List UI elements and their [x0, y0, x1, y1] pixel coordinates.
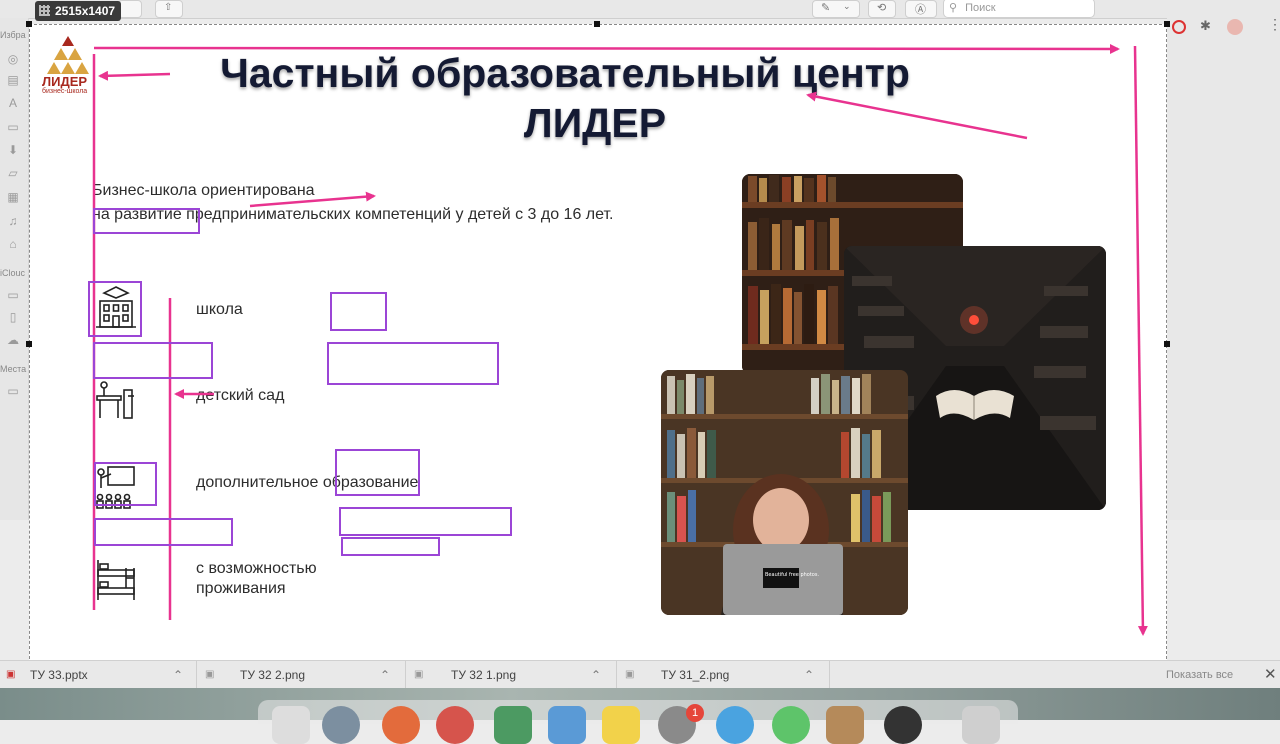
- annotation-box: [339, 507, 512, 536]
- chevron-up-icon: ⌃: [380, 668, 391, 682]
- selection-handle[interactable]: [594, 21, 600, 27]
- image-file-icon: ▣: [414, 669, 424, 680]
- disk-icon[interactable]: ▭: [6, 384, 20, 398]
- app-dock-icon[interactable]: [494, 706, 532, 744]
- annotation-box: [88, 281, 142, 337]
- annotation-box: [335, 449, 420, 496]
- bunk-bed-icon: [97, 560, 135, 600]
- sidebar-section-icloud: iClouc: [0, 268, 26, 278]
- tab-file[interactable]: ▣ ТУ 33.pptx ⌃: [0, 661, 197, 689]
- rotate-button[interactable]: ⟲: [868, 0, 896, 18]
- dimensions-text: 2515x1407: [55, 4, 116, 18]
- avatar[interactable]: [1227, 19, 1243, 35]
- search-placeholder: Поиск: [965, 2, 996, 14]
- extensions-icon[interactable]: ✱: [1200, 18, 1211, 34]
- app-dock-icon[interactable]: [436, 706, 474, 744]
- tab-label: ТУ 31_2.png: [661, 668, 730, 682]
- notification-badge: 1: [686, 704, 704, 722]
- image-file-icon: ▣: [205, 669, 215, 680]
- item-boarding-label-line2: проживания: [196, 580, 286, 597]
- applications-icon[interactable]: A: [6, 96, 20, 110]
- chevron-up-icon: ⌃: [804, 668, 815, 682]
- logo-name: ЛИДЕР: [42, 74, 88, 89]
- finder-dock-icon[interactable]: [272, 706, 310, 744]
- annotation-box: [341, 537, 440, 556]
- girl-laptop-photo: Beautiful free photos.: [661, 370, 908, 615]
- search-icon: ⚲: [949, 2, 958, 14]
- movies-icon[interactable]: ▦: [6, 190, 20, 204]
- slide-title-line2: ЛИДЕР: [523, 100, 667, 146]
- desktop-icon[interactable]: ▭: [6, 120, 20, 134]
- chevron-up-icon: ⌃: [591, 668, 602, 682]
- tab-file[interactable]: ▣ ТУ 31_2.png ⌃: [617, 661, 830, 689]
- chevron-down-icon: ⌄: [843, 1, 851, 11]
- downloads-icon[interactable]: ⬇: [6, 143, 20, 157]
- annotation-box: [330, 292, 387, 331]
- trash-dock-icon[interactable]: [962, 706, 1000, 744]
- selection-handle[interactable]: [1164, 341, 1170, 347]
- image-file-icon: ▣: [625, 669, 635, 680]
- annotation-box: [327, 342, 499, 385]
- share-button[interactable]: ⇧: [155, 0, 183, 18]
- item-school-label: школа: [196, 301, 243, 318]
- markup-button[interactable]: ✎ ⌄: [812, 0, 860, 18]
- folder-icon[interactable]: ▱: [6, 166, 20, 180]
- finder-sidebar: Избра ◎ ▤ A ▭ ⬇ ▱ ▦ ♫ ⌂ iClouc ▭ ▯ ☁ Мес…: [0, 18, 29, 520]
- tab-label: ТУ 32 2.png: [240, 668, 305, 682]
- home-icon[interactable]: ⌂: [6, 237, 20, 251]
- annotation-box: [94, 462, 157, 506]
- app-dock-icon[interactable]: [548, 706, 586, 744]
- browser-strip: ✱ ⋮: [1167, 16, 1280, 520]
- rotate-icon: ⟲: [877, 2, 887, 14]
- recents-icon[interactable]: ▤: [6, 73, 20, 87]
- dimensions-badge: 2515x1407: [35, 1, 122, 21]
- laptop-sticker-text: Beautiful free photos.: [765, 572, 819, 578]
- file-icon: ▣: [6, 669, 16, 680]
- sidebar-section-places: Места: [0, 364, 27, 374]
- close-icon[interactable]: ✕: [1264, 661, 1277, 689]
- tab-file[interactable]: ▣ ТУ 32 2.png ⌃: [197, 661, 406, 689]
- annotation-box: [94, 518, 233, 546]
- annotation-box: [93, 208, 200, 234]
- kindergarten-desk-icon: [96, 381, 134, 419]
- app-dock-icon[interactable]: [322, 706, 360, 744]
- pen-circle-icon: Ⓐ: [915, 4, 926, 16]
- slide-title-line1: Частный образовательный центр: [220, 50, 910, 96]
- app-dock-icon[interactable]: [826, 706, 864, 744]
- tab-file[interactable]: ▣ ТУ 32 1.png ⌃: [406, 661, 617, 689]
- downloads-tab-bar: ▣ ТУ 33.pptx ⌃ ▣ ТУ 32 2.png ⌃ ▣ ТУ 32 1.png ⌃…: [0, 660, 1280, 689]
- grid-icon: [39, 5, 50, 16]
- show-all-button[interactable]: Показать все: [1166, 661, 1233, 689]
- block-icon[interactable]: [1172, 20, 1186, 34]
- cloud-icon[interactable]: ☁: [6, 333, 20, 347]
- documents-icon[interactable]: ▯: [6, 310, 20, 324]
- app-dock-icon[interactable]: [884, 706, 922, 744]
- airdrop-icon[interactable]: ◎: [6, 52, 20, 66]
- annotate-button[interactable]: Ⓐ: [905, 0, 937, 18]
- logo: ЛИДЕР бизнес-школа: [38, 34, 98, 98]
- tab-label: ТУ 33.pptx: [30, 668, 88, 682]
- music-icon[interactable]: ♫: [6, 214, 20, 228]
- sidebar-section-favorites: Избра: [0, 30, 26, 40]
- annotation-box: [93, 342, 213, 379]
- more-icon[interactable]: ⋮: [1268, 16, 1280, 33]
- notes-dock-icon[interactable]: [602, 706, 640, 744]
- app-dock-icon[interactable]: [382, 706, 420, 744]
- pen-icon: ✎: [821, 2, 831, 14]
- search-field[interactable]: ⚲ Поиск: [943, 0, 1095, 18]
- item-kindergarten-label: детский сад: [196, 387, 285, 404]
- description-line1: Бизнес-школа ориентирована: [92, 182, 315, 199]
- selection-handle[interactable]: [1164, 21, 1170, 27]
- icloud-drive-icon[interactable]: ▭: [6, 288, 20, 302]
- selection-handle[interactable]: [26, 21, 32, 27]
- app-dock-icon[interactable]: [716, 706, 754, 744]
- logo-subtitle: бизнес-школа: [42, 88, 88, 95]
- tab-label: ТУ 32 1.png: [451, 668, 516, 682]
- chevron-up-icon: ⌃: [173, 668, 184, 682]
- share-icon: ⇧: [164, 2, 173, 13]
- item-boarding-label-line1: с возможностью: [196, 560, 317, 577]
- selection-handle[interactable]: [26, 341, 32, 347]
- app-dock-icon[interactable]: [772, 706, 810, 744]
- toolbar-button[interactable]: [118, 0, 142, 18]
